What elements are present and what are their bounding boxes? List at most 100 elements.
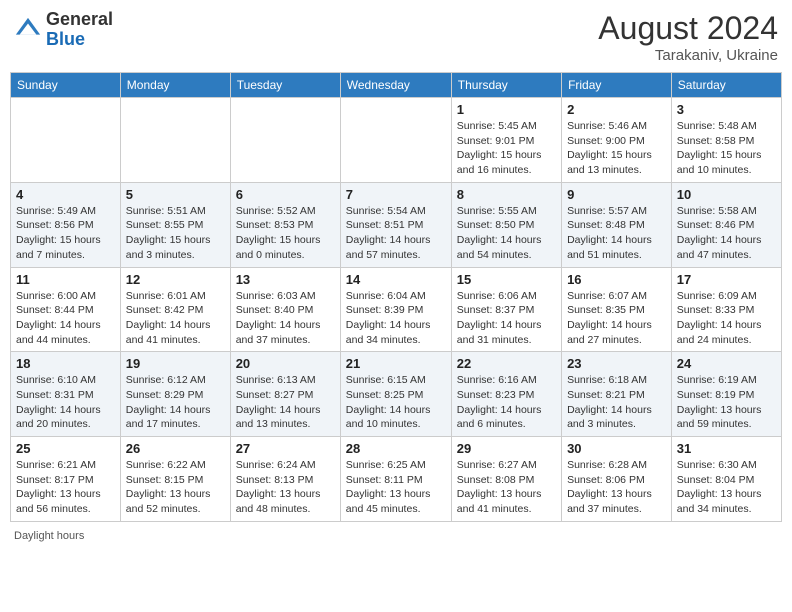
- day-number: 16: [567, 272, 666, 287]
- day-number: 4: [16, 187, 115, 202]
- col-friday: Friday: [562, 73, 672, 98]
- day-number: 24: [677, 356, 776, 371]
- calendar-cell: 28 Sunrise: 6:25 AMSunset: 8:11 PMDaylig…: [340, 437, 451, 522]
- day-info: Sunrise: 6:10 AMSunset: 8:31 PMDaylight:…: [16, 373, 115, 432]
- calendar-cell: [11, 98, 121, 183]
- calendar-cell: 1 Sunrise: 5:45 AMSunset: 9:01 PMDayligh…: [451, 98, 561, 183]
- day-info: Sunrise: 6:27 AMSunset: 8:08 PMDaylight:…: [457, 458, 556, 517]
- day-number: 19: [126, 356, 225, 371]
- day-number: 26: [126, 441, 225, 456]
- logo-general: General: [46, 9, 113, 29]
- day-number: 23: [567, 356, 666, 371]
- calendar-cell: 11 Sunrise: 6:00 AMSunset: 8:44 PMDaylig…: [11, 267, 121, 352]
- day-info: Sunrise: 6:06 AMSunset: 8:37 PMDaylight:…: [457, 289, 556, 348]
- calendar-cell: 25 Sunrise: 6:21 AMSunset: 8:17 PMDaylig…: [11, 437, 121, 522]
- calendar-cell: 14 Sunrise: 6:04 AMSunset: 8:39 PMDaylig…: [340, 267, 451, 352]
- day-info: Sunrise: 6:13 AMSunset: 8:27 PMDaylight:…: [236, 373, 335, 432]
- calendar-cell: 26 Sunrise: 6:22 AMSunset: 8:15 PMDaylig…: [120, 437, 230, 522]
- day-number: 30: [567, 441, 666, 456]
- calendar-cell: 6 Sunrise: 5:52 AMSunset: 8:53 PMDayligh…: [230, 182, 340, 267]
- col-sunday: Sunday: [11, 73, 121, 98]
- day-number: 2: [567, 102, 666, 117]
- calendar-week-5: 25 Sunrise: 6:21 AMSunset: 8:17 PMDaylig…: [11, 437, 782, 522]
- footer-label: Daylight hours: [14, 530, 84, 542]
- day-info: Sunrise: 6:19 AMSunset: 8:19 PMDaylight:…: [677, 373, 776, 432]
- calendar-cell: 21 Sunrise: 6:15 AMSunset: 8:25 PMDaylig…: [340, 352, 451, 437]
- calendar-cell: 9 Sunrise: 5:57 AMSunset: 8:48 PMDayligh…: [562, 182, 672, 267]
- calendar-week-4: 18 Sunrise: 6:10 AMSunset: 8:31 PMDaylig…: [11, 352, 782, 437]
- day-info: Sunrise: 5:58 AMSunset: 8:46 PMDaylight:…: [677, 204, 776, 263]
- col-monday: Monday: [120, 73, 230, 98]
- calendar-cell: 24 Sunrise: 6:19 AMSunset: 8:19 PMDaylig…: [671, 352, 781, 437]
- calendar-cell: 30 Sunrise: 6:28 AMSunset: 8:06 PMDaylig…: [562, 437, 672, 522]
- day-info: Sunrise: 6:18 AMSunset: 8:21 PMDaylight:…: [567, 373, 666, 432]
- day-info: Sunrise: 5:57 AMSunset: 8:48 PMDaylight:…: [567, 204, 666, 263]
- day-number: 29: [457, 441, 556, 456]
- calendar-cell: 22 Sunrise: 6:16 AMSunset: 8:23 PMDaylig…: [451, 352, 561, 437]
- day-number: 9: [567, 187, 666, 202]
- day-info: Sunrise: 6:24 AMSunset: 8:13 PMDaylight:…: [236, 458, 335, 517]
- day-number: 6: [236, 187, 335, 202]
- day-number: 31: [677, 441, 776, 456]
- day-number: 10: [677, 187, 776, 202]
- page-header: General Blue August 2024 Tarakaniv, Ukra…: [10, 10, 782, 64]
- calendar-cell: 10 Sunrise: 5:58 AMSunset: 8:46 PMDaylig…: [671, 182, 781, 267]
- day-number: 25: [16, 441, 115, 456]
- day-info: Sunrise: 6:07 AMSunset: 8:35 PMDaylight:…: [567, 289, 666, 348]
- day-number: 8: [457, 187, 556, 202]
- day-number: 15: [457, 272, 556, 287]
- day-info: Sunrise: 6:21 AMSunset: 8:17 PMDaylight:…: [16, 458, 115, 517]
- day-number: 17: [677, 272, 776, 287]
- calendar-cell: 18 Sunrise: 6:10 AMSunset: 8:31 PMDaylig…: [11, 352, 121, 437]
- col-wednesday: Wednesday: [340, 73, 451, 98]
- day-info: Sunrise: 5:54 AMSunset: 8:51 PMDaylight:…: [346, 204, 446, 263]
- day-number: 28: [346, 441, 446, 456]
- logo: General Blue: [14, 10, 113, 50]
- calendar-cell: 17 Sunrise: 6:09 AMSunset: 8:33 PMDaylig…: [671, 267, 781, 352]
- day-number: 20: [236, 356, 335, 371]
- col-saturday: Saturday: [671, 73, 781, 98]
- day-info: Sunrise: 5:49 AMSunset: 8:56 PMDaylight:…: [16, 204, 115, 263]
- logo-text: General Blue: [46, 10, 113, 50]
- calendar-cell: 23 Sunrise: 6:18 AMSunset: 8:21 PMDaylig…: [562, 352, 672, 437]
- calendar-cell: 5 Sunrise: 5:51 AMSunset: 8:55 PMDayligh…: [120, 182, 230, 267]
- calendar-cell: 31 Sunrise: 6:30 AMSunset: 8:04 PMDaylig…: [671, 437, 781, 522]
- calendar-cell: 29 Sunrise: 6:27 AMSunset: 8:08 PMDaylig…: [451, 437, 561, 522]
- calendar-cell: 7 Sunrise: 5:54 AMSunset: 8:51 PMDayligh…: [340, 182, 451, 267]
- day-info: Sunrise: 5:48 AMSunset: 8:58 PMDaylight:…: [677, 119, 776, 178]
- day-info: Sunrise: 6:25 AMSunset: 8:11 PMDaylight:…: [346, 458, 446, 517]
- calendar-cell: 12 Sunrise: 6:01 AMSunset: 8:42 PMDaylig…: [120, 267, 230, 352]
- day-info: Sunrise: 6:22 AMSunset: 8:15 PMDaylight:…: [126, 458, 225, 517]
- day-number: 11: [16, 272, 115, 287]
- calendar-cell: [340, 98, 451, 183]
- day-info: Sunrise: 5:52 AMSunset: 8:53 PMDaylight:…: [236, 204, 335, 263]
- calendar-cell: [120, 98, 230, 183]
- day-info: Sunrise: 5:46 AMSunset: 9:00 PMDaylight:…: [567, 119, 666, 178]
- day-number: 12: [126, 272, 225, 287]
- day-info: Sunrise: 6:16 AMSunset: 8:23 PMDaylight:…: [457, 373, 556, 432]
- day-number: 1: [457, 102, 556, 117]
- day-info: Sunrise: 6:28 AMSunset: 8:06 PMDaylight:…: [567, 458, 666, 517]
- calendar-cell: 8 Sunrise: 5:55 AMSunset: 8:50 PMDayligh…: [451, 182, 561, 267]
- col-tuesday: Tuesday: [230, 73, 340, 98]
- day-info: Sunrise: 5:51 AMSunset: 8:55 PMDaylight:…: [126, 204, 225, 263]
- calendar-cell: [230, 98, 340, 183]
- calendar-table: Sunday Monday Tuesday Wednesday Thursday…: [10, 72, 782, 522]
- calendar-cell: 27 Sunrise: 6:24 AMSunset: 8:13 PMDaylig…: [230, 437, 340, 522]
- calendar-cell: 4 Sunrise: 5:49 AMSunset: 8:56 PMDayligh…: [11, 182, 121, 267]
- day-info: Sunrise: 6:15 AMSunset: 8:25 PMDaylight:…: [346, 373, 446, 432]
- logo-icon: [14, 16, 42, 44]
- day-info: Sunrise: 6:30 AMSunset: 8:04 PMDaylight:…: [677, 458, 776, 517]
- day-info: Sunrise: 6:09 AMSunset: 8:33 PMDaylight:…: [677, 289, 776, 348]
- calendar-cell: 13 Sunrise: 6:03 AMSunset: 8:40 PMDaylig…: [230, 267, 340, 352]
- month-year: August 2024: [598, 10, 778, 47]
- day-number: 22: [457, 356, 556, 371]
- calendar-header-row: Sunday Monday Tuesday Wednesday Thursday…: [11, 73, 782, 98]
- day-number: 13: [236, 272, 335, 287]
- calendar-cell: 16 Sunrise: 6:07 AMSunset: 8:35 PMDaylig…: [562, 267, 672, 352]
- day-number: 27: [236, 441, 335, 456]
- day-number: 14: [346, 272, 446, 287]
- calendar-week-2: 4 Sunrise: 5:49 AMSunset: 8:56 PMDayligh…: [11, 182, 782, 267]
- location: Tarakaniv, Ukraine: [598, 47, 778, 64]
- day-info: Sunrise: 6:12 AMSunset: 8:29 PMDaylight:…: [126, 373, 225, 432]
